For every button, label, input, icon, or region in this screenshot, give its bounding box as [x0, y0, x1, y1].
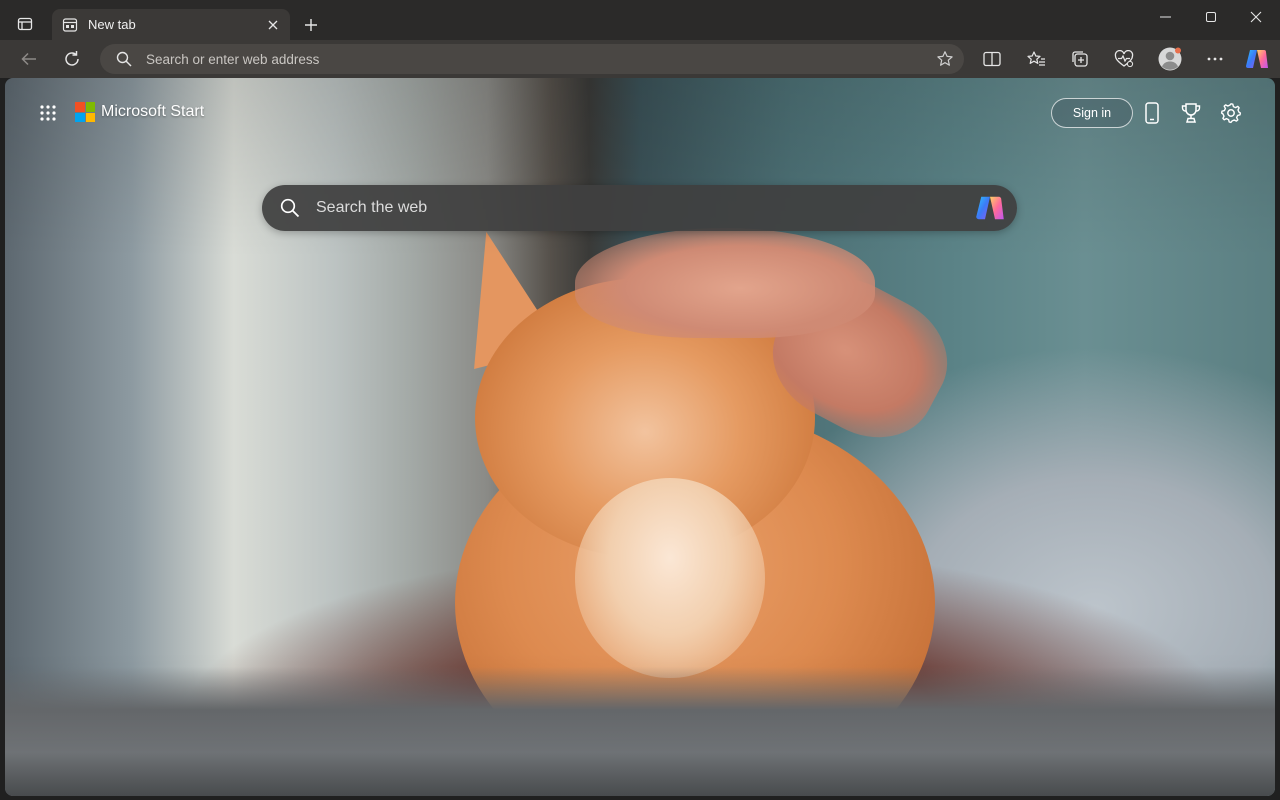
web-search-box[interactable]: Search the web	[262, 185, 1017, 231]
heart-pulse-icon[interactable]	[1109, 44, 1139, 74]
brand-name: Microsoft Start	[101, 103, 205, 120]
tab-actions-icon[interactable]	[10, 10, 40, 38]
new-tab-page-icon	[62, 17, 78, 33]
split-screen-icon[interactable]	[977, 44, 1007, 74]
microsoft-start-brand[interactable]: Microsoft Start	[75, 100, 204, 124]
search-icon	[280, 198, 300, 218]
ellipsis-icon[interactable]	[1200, 44, 1230, 74]
microsoft-logo-icon	[75, 102, 95, 122]
minimize-icon[interactable]	[1142, 4, 1188, 30]
maximize-icon[interactable]	[1188, 4, 1234, 30]
refresh-icon[interactable]	[57, 44, 87, 74]
sign-in-button[interactable]: Sign in	[1051, 98, 1133, 128]
plus-icon[interactable]	[298, 12, 324, 38]
phone-icon[interactable]	[1137, 98, 1167, 128]
copilot-icon[interactable]	[975, 193, 1005, 223]
star-icon[interactable]	[936, 50, 954, 68]
close-icon[interactable]	[264, 16, 282, 34]
copilot-icon[interactable]	[1242, 44, 1272, 74]
search-input[interactable]: Search the web	[316, 199, 975, 217]
back-arrow-icon[interactable]	[14, 44, 44, 74]
window-close-icon[interactable]	[1233, 4, 1279, 30]
tab-title: New tab	[88, 17, 136, 32]
rewards-trophy-icon[interactable]	[1176, 98, 1206, 128]
search-icon	[116, 51, 132, 67]
browser-toolbar: Search or enter web address	[0, 40, 1280, 78]
address-bar-placeholder: Search or enter web address	[146, 51, 320, 67]
new-tab-page: Microsoft Start Sign in Search the web	[5, 78, 1275, 796]
collections-icon[interactable]	[1065, 44, 1095, 74]
title-bar: New tab	[0, 0, 1280, 40]
favorites-icon[interactable]	[1021, 44, 1051, 74]
app-launcher-icon[interactable]	[35, 100, 61, 126]
profile-avatar-icon[interactable]	[1155, 44, 1185, 74]
tab-new-tab[interactable]: New tab	[52, 9, 290, 40]
gear-icon[interactable]	[1216, 98, 1246, 128]
address-bar[interactable]: Search or enter web address	[100, 44, 964, 74]
